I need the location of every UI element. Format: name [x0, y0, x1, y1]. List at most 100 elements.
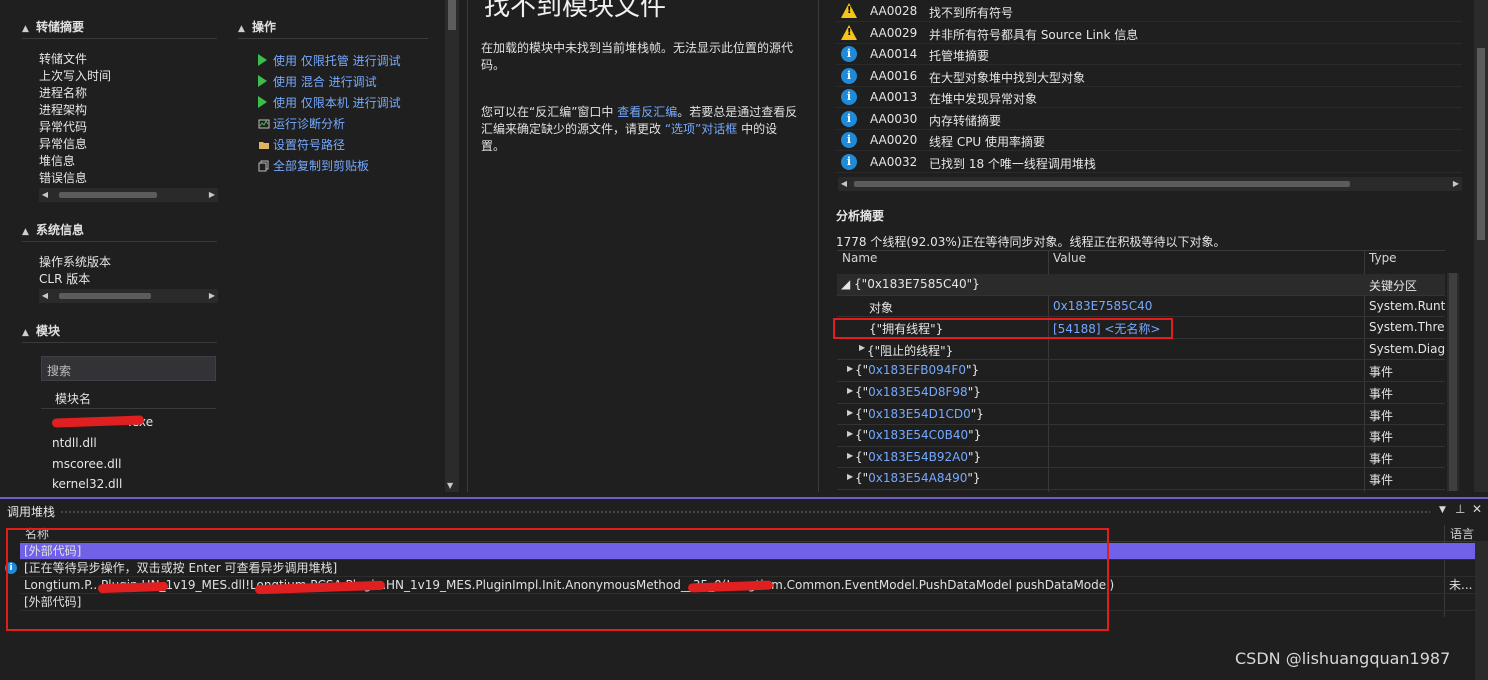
pin-icon[interactable]: ⊥ — [1455, 502, 1465, 516]
rule-message: 在堆中发现异常对象 — [929, 92, 1038, 106]
grid-row[interactable]: ▶ {"0x183E54A8490"} 事件 — [837, 468, 1445, 490]
title-grip — [60, 510, 1430, 514]
callstack-vertical-scrollbar[interactable] — [1475, 541, 1488, 680]
grid-cell-type: 事件 — [1369, 365, 1394, 380]
rule-code: AA0029 — [870, 25, 918, 40]
expand-arrow-icon[interactable]: ▶ — [859, 343, 865, 352]
grid-cell-name: {"0x183E54B92A0"} — [855, 449, 982, 464]
expand-arrow-icon[interactable]: ▶ — [847, 408, 853, 417]
grid-cell-type: 关键分区 — [1369, 279, 1418, 293]
scroll-left-icon[interactable]: ◀ — [39, 188, 51, 202]
copy-all-link[interactable]: 全部复制到剪贴板 — [258, 158, 369, 175]
annotation-box — [6, 528, 1109, 631]
rule-message: 在大型对象堆中找到大型对象 — [929, 70, 1086, 85]
module-item[interactable]: kernel32.dll — [52, 477, 122, 491]
grid-header-value[interactable]: Value — [1053, 251, 1086, 265]
field-error-info: 错误信息 — [39, 171, 88, 185]
grid-cell-type: System.Runtime — [1369, 298, 1445, 313]
grid-header-name[interactable]: Name — [842, 251, 877, 265]
collapse-arrow-icon: ▲ — [22, 24, 29, 34]
rule-result-row[interactable]: i AA0020 线程 CPU 使用率摘要 — [836, 130, 1462, 151]
scroll-thumb[interactable] — [59, 192, 157, 198]
rule-result-row[interactable]: AA0028 找不到所有符号 — [836, 1, 1462, 22]
rule-message: 并非所有符号都具有 Source Link 信息 — [929, 27, 1139, 42]
scroll-right-icon[interactable]: ▶ — [206, 289, 218, 303]
field-dump-file: 转储文件 — [39, 52, 88, 66]
debug-native-only-link[interactable]: 使用 仅限本机 进行调试 — [258, 95, 401, 112]
grid-row[interactable]: ▶ {"0x183E54D8F98"} 事件 — [837, 382, 1445, 404]
rules-horizontal-scrollbar[interactable]: ◀ ▶ — [838, 177, 1462, 191]
expand-arrow-icon[interactable]: ▶ — [847, 429, 853, 438]
watermark: CSDN @lishuangquan1987 — [1235, 649, 1451, 668]
grid-row[interactable]: ▶ {"0x183E54D1CD0"} 事件 — [837, 404, 1445, 426]
rule-result-row[interactable]: AA0029 并非所有符号都具有 Source Link 信息 — [836, 23, 1462, 44]
sysinfo-horizontal-scrollbar[interactable]: ◀ ▶ — [39, 289, 218, 303]
scroll-thumb[interactable] — [59, 293, 151, 299]
rule-result-row[interactable]: i AA0013 在堆中发现异常对象 — [836, 87, 1462, 108]
grid-cell-name: 对象 — [869, 300, 894, 315]
modules-header[interactable]: ▲ 模块 — [22, 322, 60, 339]
expand-arrow-icon[interactable]: ▶ — [847, 472, 853, 481]
grid-row[interactable]: ▶ {"0x183E54C0B40"} 事件 — [837, 425, 1445, 447]
grid-cell-type: System.Diagnos — [1369, 341, 1445, 356]
grid-row[interactable]: 对象 0x183E7585C40 System.Runtime — [837, 296, 1445, 318]
actions-header[interactable]: ▲ 操作 — [238, 18, 276, 35]
rule-result-row[interactable]: i AA0030 内存转储摘要 — [836, 109, 1462, 130]
collapse-arrow-icon: ▲ — [22, 328, 29, 338]
expand-arrow-icon[interactable]: ▶ — [847, 451, 853, 460]
divider — [238, 38, 428, 39]
rule-code: AA0016 — [870, 68, 918, 83]
rule-result-row[interactable]: i AA0014 托管堆摘要 — [836, 44, 1462, 65]
expand-arrow-icon[interactable]: ▶ — [847, 386, 853, 395]
scroll-thumb[interactable] — [1477, 48, 1485, 240]
set-symbol-path-link[interactable]: 设置符号路径 — [258, 137, 345, 154]
grid-row[interactable]: ◢ {"0x183E7585C40"} 关键分区 — [837, 274, 1445, 296]
scroll-left-icon[interactable]: ◀ — [838, 177, 850, 191]
scroll-thumb[interactable] — [1449, 273, 1457, 491]
module-search-input[interactable]: 搜索 — [41, 356, 216, 381]
close-icon[interactable]: ✕ — [1472, 502, 1482, 516]
diagnostics-icon — [258, 119, 270, 129]
column-header-language[interactable]: 语言 — [1450, 525, 1476, 542]
warning-icon — [841, 3, 857, 18]
field-process-arch: 进程架构 — [39, 103, 88, 117]
debug-managed-only-link[interactable]: 使用 仅限托管 进行调试 — [258, 53, 401, 70]
options-dialog-link[interactable]: “选项”对话框 — [665, 122, 737, 136]
grid-cell-value[interactable]: 0x183E7585C40 — [1053, 299, 1152, 313]
grid-vertical-scrollbar[interactable] — [1447, 273, 1459, 491]
left-vertical-scrollbar[interactable]: ▼ — [445, 0, 459, 492]
grid-header-type[interactable]: Type — [1369, 251, 1397, 265]
right-vertical-scrollbar[interactable] — [1474, 0, 1488, 492]
scroll-right-icon[interactable]: ▶ — [206, 188, 218, 202]
grid-row[interactable]: ▶ {"0x183EFB094F0"} 事件 — [837, 360, 1445, 382]
module-item[interactable]: ntdll.dll — [52, 436, 97, 450]
expand-arrow-icon[interactable]: ▶ — [847, 364, 853, 373]
grid-cell-name: {"0x183E54A8490"} — [855, 471, 981, 486]
view-disassembly-link[interactable]: 查看反汇编 — [617, 105, 677, 119]
module-item[interactable]: mscoree.dll — [52, 457, 121, 471]
play-icon — [258, 75, 267, 87]
grid-cell-name: {"0x183EFB094F0"} — [855, 363, 980, 378]
system-info-header[interactable]: ▲ 系统信息 — [22, 221, 84, 238]
dropdown-icon[interactable]: ▼ — [1439, 505, 1446, 515]
field-exception-info: 异常信息 — [39, 137, 88, 151]
scroll-left-icon[interactable]: ◀ — [39, 289, 51, 303]
scroll-right-icon[interactable]: ▶ — [1450, 177, 1462, 191]
grid-cell-name: {"0x183E54C0B40"} — [855, 428, 982, 443]
info-icon: i — [841, 132, 857, 148]
run-diagnostics-link[interactable]: 运行诊断分析 — [258, 116, 345, 133]
info-icon: i — [841, 67, 857, 84]
debug-mixed-link[interactable]: 使用 混合 进行调试 — [258, 74, 377, 91]
rule-result-row[interactable]: i AA0016 在大型对象堆中找到大型对象 — [836, 66, 1462, 87]
summary-horizontal-scrollbar[interactable]: ◀ ▶ — [39, 188, 218, 202]
field-clr-version: CLR 版本 — [39, 272, 91, 286]
module-name-column-header[interactable]: 模块名 — [41, 385, 216, 409]
dump-summary-header[interactable]: ▲ 转储摘要 — [22, 18, 84, 35]
rule-result-row[interactable]: i AA0032 已找到 18 个唯一线程调用堆栈 — [836, 152, 1462, 173]
grid-row[interactable]: ▶{"阻止的线程"} System.Diagnos — [837, 339, 1445, 361]
field-os-version: 操作系统版本 — [39, 255, 112, 269]
grid-row[interactable]: ▶ {"0x183E54B92A0"} 事件 — [837, 447, 1445, 469]
scroll-thumb[interactable] — [448, 0, 456, 30]
scroll-thumb[interactable] — [854, 181, 1350, 187]
scroll-down-icon[interactable]: ▼ — [447, 481, 453, 490]
